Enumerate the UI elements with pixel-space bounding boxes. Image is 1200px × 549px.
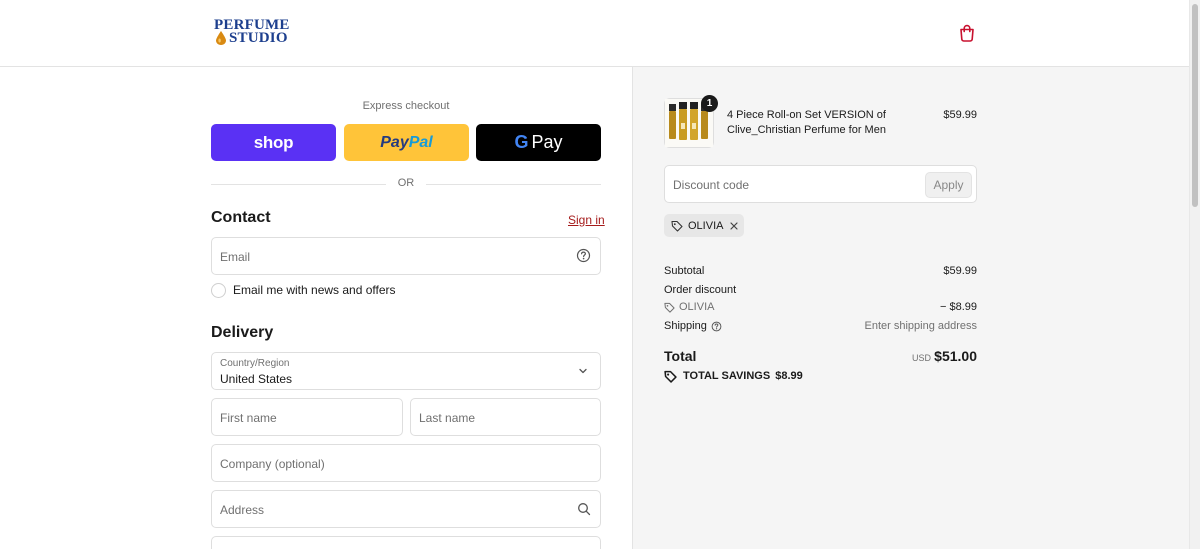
discount-code-row: OLIVIA − $8.99 (664, 301, 977, 316)
discount-placeholder: Discount code (673, 178, 750, 192)
discount-code-label: OLIVIA (679, 301, 715, 313)
order-discount-row: Order discount (664, 284, 977, 296)
address-placeholder: Address (220, 503, 265, 517)
quantity-badge: 1 (701, 95, 718, 112)
chevron-down-icon (579, 368, 587, 374)
total-row: Total USD $51.00 (664, 347, 977, 367)
email-placeholder: Email (220, 250, 251, 264)
company-field[interactable]: Company (optional) (211, 444, 601, 482)
shop-pay-label: shop (253, 132, 294, 152)
shop-pay-button[interactable]: shop (211, 124, 336, 161)
subtotal-label: Subtotal (664, 265, 705, 277)
savings-label: TOTAL SAVINGS (683, 370, 771, 382)
discount-code-cell: OLIVIA (664, 301, 714, 313)
email-field[interactable]: Email (211, 237, 601, 275)
paypal-label-part1: Pay (380, 133, 409, 151)
contact-heading: Contact (211, 209, 271, 226)
subtotal-row: Subtotal $59.99 (664, 265, 977, 277)
shipping-value: Enter shipping address (864, 320, 977, 332)
applied-code-label: OLIVIA (688, 219, 724, 232)
discount-value: − $8.99 (939, 301, 977, 313)
store-logo[interactable]: PERFUME STUDIO (213, 17, 289, 47)
page-header: PERFUME STUDIO (0, 0, 1189, 67)
page-scrollbar[interactable] (1189, 0, 1200, 549)
paypal-button[interactable]: Pay Pal (344, 124, 469, 161)
currency-code: USD (911, 353, 931, 363)
sign-in-link[interactable]: Sign in (568, 213, 605, 227)
scrollbar-thumb[interactable] (1192, 4, 1198, 207)
total-value: $51.00 (934, 348, 977, 364)
product-name: 4 Piece Roll-on Set VERSION of Clive_Chr… (727, 109, 886, 136)
shipping-label: Shipping (664, 320, 707, 332)
google-g-icon: G (514, 132, 529, 152)
paypal-label-part2: Pal (408, 133, 433, 151)
tag-icon (664, 302, 675, 313)
google-pay-button[interactable]: G Pay (476, 124, 601, 161)
search-icon (578, 503, 591, 516)
shopping-bag-icon[interactable] (958, 24, 976, 42)
applied-discount-chip: OLIVIA (664, 214, 744, 237)
delivery-heading: Delivery (211, 324, 274, 341)
google-pay-label: Pay (531, 132, 563, 152)
savings-value: $8.99 (775, 370, 803, 382)
total-label: Total (664, 348, 697, 364)
shipping-row: Shipping Enter shipping address (664, 320, 977, 332)
country-label: Country/Region (220, 358, 290, 369)
address-field[interactable]: Address (211, 490, 601, 528)
or-divider: OR (211, 177, 601, 191)
newsletter-checkbox[interactable] (211, 282, 226, 298)
country-select[interactable]: Country/Region United States (211, 352, 601, 390)
order-discount-label: Order discount (664, 284, 737, 296)
help-circle-icon[interactable] (711, 321, 722, 332)
logo-line-2: STUDIO (229, 30, 288, 46)
next-field[interactable] (211, 536, 601, 549)
newsletter-option[interactable]: Email me with news and offers (211, 282, 396, 298)
product-price: $59.99 (943, 109, 977, 121)
newsletter-label: Email me with news and offers (233, 283, 396, 297)
or-label: OR (397, 177, 415, 189)
country-value: United States (220, 372, 293, 386)
last-name-field[interactable]: Last name (410, 398, 601, 436)
tag-icon (671, 220, 683, 232)
help-circle-icon[interactable] (576, 248, 591, 263)
express-checkout-label: Express checkout (362, 100, 450, 112)
first-name-placeholder: First name (220, 411, 277, 425)
total-savings: TOTAL SAVINGS $8.99 (664, 369, 803, 383)
shipping-label-cell: Shipping (664, 320, 722, 332)
close-icon[interactable] (729, 221, 739, 231)
first-name-field[interactable]: First name (211, 398, 403, 436)
apply-discount-button[interactable]: Apply (925, 172, 972, 198)
last-name-placeholder: Last name (419, 411, 476, 425)
subtotal-value: $59.99 (943, 265, 977, 277)
perfume-drop-icon (216, 31, 226, 45)
company-placeholder: Company (optional) (220, 457, 325, 471)
tag-icon (664, 370, 677, 383)
